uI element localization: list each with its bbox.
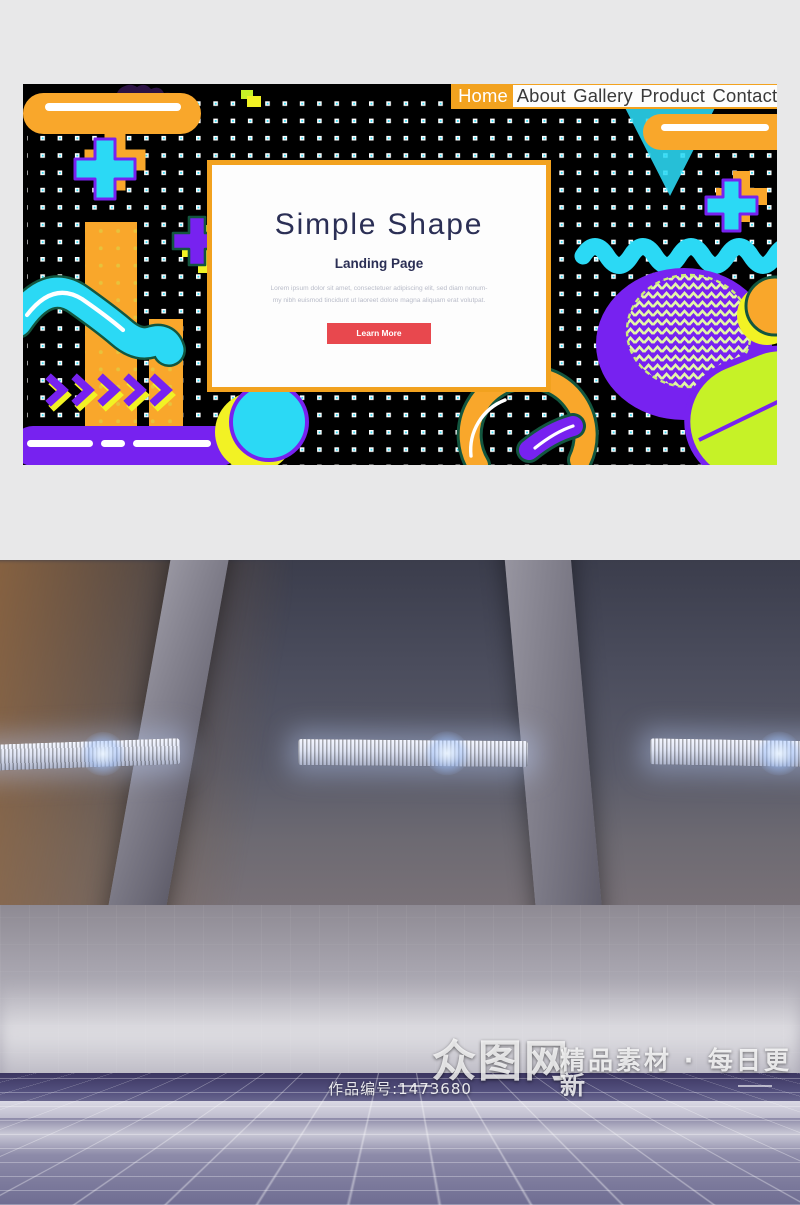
- nav-item-home[interactable]: Home: [453, 85, 513, 107]
- orange-pill-top-right: [643, 114, 777, 150]
- orange-pill-top-left: [23, 93, 201, 134]
- mockup-scene-section: HomeAboutGalleryProductContactSimple Sha…: [0, 560, 800, 1205]
- nav-item-gallery[interactable]: Gallery: [570, 85, 637, 107]
- orange-pill-highlight: [45, 103, 181, 111]
- hero-subtitle: Landing Page: [334, 256, 424, 272]
- hero-card: Simple Shape Landing Page Lorem ipsum dolo…: [207, 160, 551, 392]
- cyan-zigzag-wave: [574, 238, 777, 274]
- purple-bar-dash: [133, 440, 211, 447]
- ceiling-light-3: [649, 731, 800, 776]
- hero-paragraph-line-2: my nibh euismod tincidunt ut laoreet dol…: [272, 297, 486, 304]
- nav-item-about[interactable]: About: [513, 85, 570, 107]
- purple-bar-dash: [101, 440, 125, 447]
- hero-paragraph-line-1: Lorem ipsum dolor sit amet, consectetuer…: [270, 285, 488, 293]
- nav-item-contact[interactable]: Contact: [709, 85, 777, 107]
- purple-bar-dash: [27, 440, 93, 447]
- cyan-circle-bottom: [229, 382, 309, 462]
- ceiling: [0, 560, 800, 943]
- tiled-floor: [0, 1073, 800, 1205]
- navigation-bar[interactable]: Home About Gallery Product Contact: [451, 84, 777, 109]
- screenshot-root: Home About Gallery Product Contact Simple Sha…: [0, 0, 800, 1205]
- light-glow: [424, 731, 469, 776]
- yellow-nub: [247, 96, 261, 107]
- light-glow: [756, 731, 800, 776]
- cyan-plus-3d-left: [73, 137, 137, 201]
- banner-flat: Home About Gallery Product Contact Simple Sha…: [23, 84, 777, 465]
- nav-item-product[interactable]: Product: [637, 85, 709, 107]
- hero-title: Simple Shape: [274, 208, 484, 242]
- learn-more-button[interactable]: Learn More: [327, 322, 431, 344]
- flat-preview-section: Home About Gallery Product Contact Simple Sha…: [0, 0, 800, 560]
- orange-pill-highlight: [661, 124, 769, 131]
- ceiling-light-2: [297, 731, 529, 776]
